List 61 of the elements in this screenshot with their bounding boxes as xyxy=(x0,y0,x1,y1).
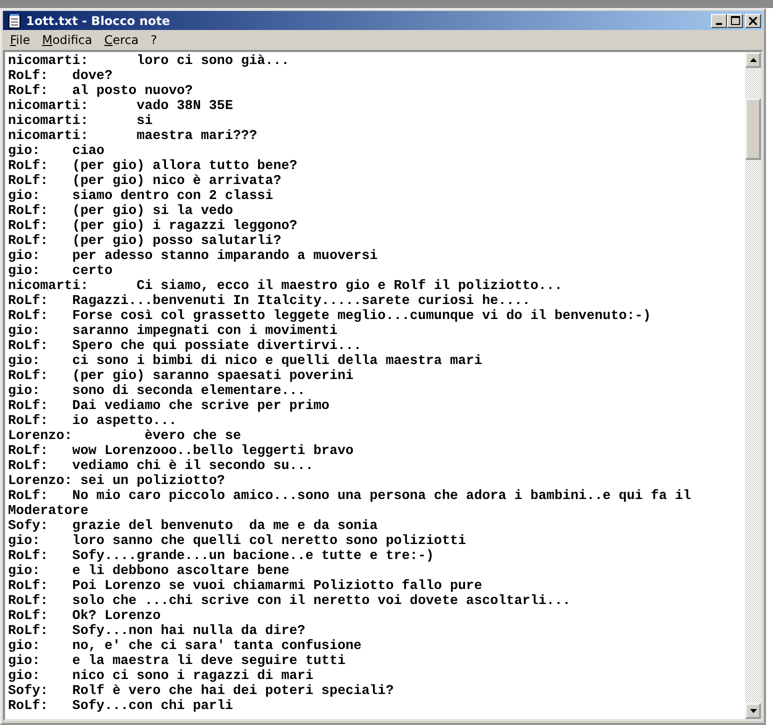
text-line: RoLf: Sofy....grande...un bacione..e tutte e tre:-) xyxy=(8,549,435,564)
text-line: RoLf: al posto nuovo? xyxy=(8,84,194,99)
text-line: nicomarti: loro ci sono già... xyxy=(8,54,290,69)
text-line: gio: e li debbono ascoltare bene xyxy=(8,564,290,579)
window-title: 1ott.txt - Blocco note xyxy=(26,14,171,28)
notepad-icon xyxy=(6,12,22,28)
minimize-button[interactable] xyxy=(711,14,727,28)
up-arrow-icon xyxy=(750,58,756,62)
scroll-thumb[interactable] xyxy=(745,98,761,160)
menu-item[interactable]: Cerca xyxy=(98,33,145,47)
text-line: RoLf: (per gio) saranno spaesati poverini xyxy=(8,369,355,384)
text-line: Lorenzo: sei un poliziotto? xyxy=(8,474,226,489)
text-line: nicomarti: Ci siamo, ecco il maestro gio e Rolf il poliziotto... xyxy=(8,279,564,294)
text-line: RoLf: Dai vediamo che scrive per primo xyxy=(8,399,330,414)
text-line: gio: ci sono i bimbi di nico e quelli della maestra mari xyxy=(8,354,484,369)
text-line: RoLf: Forse così col grassetto leggete meglio...cumunque vi do il benvenuto:-) xyxy=(8,309,652,324)
text-line: gio: saranno impegnati con i movimenti xyxy=(8,324,338,339)
text-line: gio: loro sanno che quelli col neretto sono poliziotti xyxy=(8,534,468,549)
text-line: nicomarti: maestra mari??? xyxy=(8,129,258,144)
menu-item[interactable]: File xyxy=(4,33,36,47)
text-line: gio: ciao xyxy=(8,144,106,159)
text-line: RoLf: Sofy...con chi parli xyxy=(8,699,234,714)
text-line: RoLf: Ok? Lorenzo xyxy=(8,609,162,624)
text-line: RoLf: (per gio) posso salutarli? xyxy=(8,234,282,249)
text-line: RoLf: Sofy...non hai nulla da dire? xyxy=(8,624,306,639)
text-line: RoLf: Poi Lorenzo se vuoi chiamarmi Poliziotto fallo pure xyxy=(8,579,484,594)
scroll-down-button[interactable] xyxy=(745,703,761,719)
text-line: gio: siamo dentro con 2 classi xyxy=(8,189,274,204)
text-line: gio: e la maestra li deve seguire tutti xyxy=(8,654,347,669)
down-arrow-icon xyxy=(750,709,756,713)
scrollbar[interactable] xyxy=(745,52,761,719)
text-line: Sofy: Rolf è vero che hai dei poteri speciali? xyxy=(8,684,395,699)
text-line: gio: sono di seconda elementare... xyxy=(8,384,306,399)
menu-item[interactable]: Modifica xyxy=(36,33,98,47)
maximize-button[interactable] xyxy=(727,14,743,28)
close-icon xyxy=(749,16,757,24)
close-button[interactable] xyxy=(745,14,761,28)
text-line: nicomarti: vado 38N 35E xyxy=(8,99,234,114)
text-line: RoLf: (per gio) i ragazzi leggono? xyxy=(8,219,298,234)
text-line: RoLf: solo che ...chi scrive con il neretto voi dovete ascoltarli... xyxy=(8,594,572,609)
minimize-icon xyxy=(716,22,722,24)
text-line: Sofy: grazie del benvenuto da me e da sonia xyxy=(8,519,379,534)
text-line: RoLf: io aspetto... xyxy=(8,414,178,429)
text-line: RoLf: No mio caro piccolo amico...sono una persona che adora i bambini..e qui fa il Moderatore xyxy=(8,489,692,519)
text-line: gio: no, e' che ci sara' tanta confusione xyxy=(8,639,363,654)
menu-item[interactable]: ? xyxy=(144,33,164,47)
text-line: RoLf: Ragazzi...benvenuti In Italcity.....sarete curiosi he.... xyxy=(8,294,532,309)
text-line: nicomarti: si xyxy=(8,114,154,129)
text-line: Lorenzo: èvero che se xyxy=(8,429,242,444)
text-line: RoLf: (per gio) si la vedo xyxy=(8,204,234,219)
text-line: RoLf: dove? xyxy=(8,69,114,84)
text-line: RoLf: (per gio) nico è arrivata? xyxy=(8,174,282,189)
text-line: gio: certo xyxy=(8,264,114,279)
text-line: RoLf: Spero che qui possiate divertirvi... xyxy=(8,339,363,354)
text-line: gio: nico ci sono i ragazzi di mari xyxy=(8,669,314,684)
text-line: RoLf: vediamo chi è il secondo su... xyxy=(8,459,314,474)
text-line: gio: per adesso stanno imparando a muoversi xyxy=(8,249,379,264)
text-line: RoLf: (per gio) allora tutto bene? xyxy=(8,159,298,174)
text-line: RoLf: wow Lorenzooo..bello leggerti bravo xyxy=(8,444,355,459)
maximize-icon xyxy=(730,16,740,25)
scroll-up-button[interactable] xyxy=(745,52,761,68)
